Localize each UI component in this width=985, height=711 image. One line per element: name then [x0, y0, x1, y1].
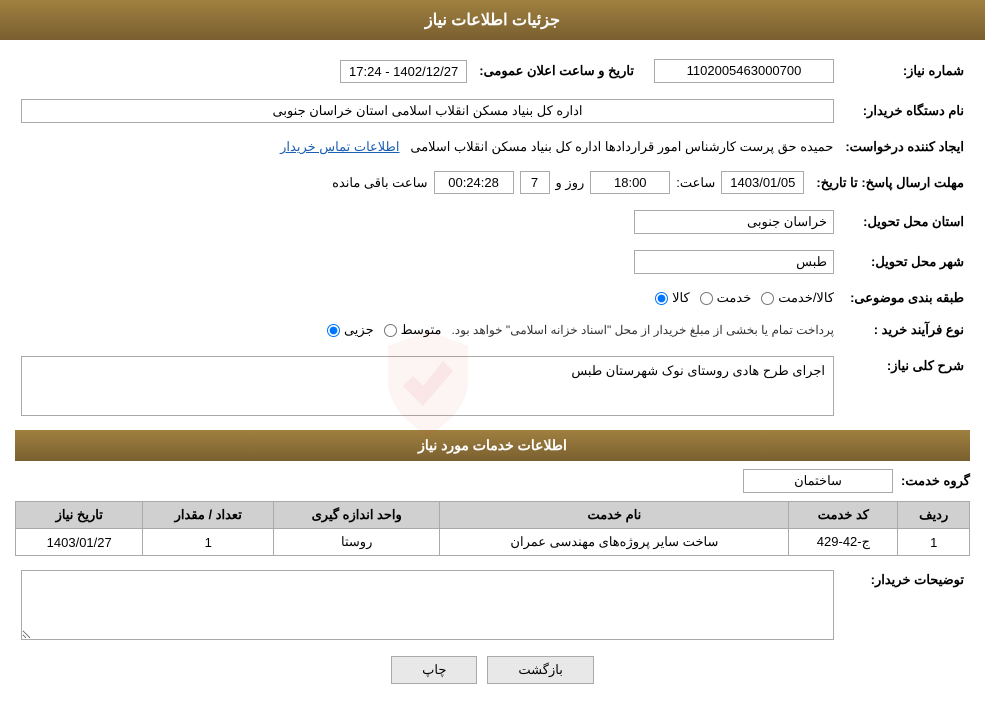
watermark-shield-icon — [368, 326, 488, 446]
buyer-org-label: نام دستگاه خریدار: — [840, 95, 970, 127]
process-medium-label: متوسط — [401, 322, 442, 338]
process-option-medium: متوسط — [384, 322, 442, 338]
remaining-time-value: 00:24:28 — [434, 171, 514, 194]
need-number-value: 1102005463000700 — [654, 59, 834, 83]
table-row: 1 ج-42-429 ساخت سایر پروژه‌های مهندسی عم… — [16, 529, 970, 556]
page-header: جزئیات اطلاعات نیاز — [0, 0, 985, 40]
category-goods-label: کالا — [672, 290, 690, 306]
category-service-label: خدمت — [717, 290, 752, 306]
need-number-label: شماره نیاز: — [840, 55, 970, 87]
service-group-value: ساختمان — [743, 469, 893, 493]
description-label: شرح کلی نیاز: — [840, 352, 970, 420]
requester-contact-link[interactable]: اطلاعات تماس خریدار — [280, 139, 399, 154]
delivery-city-label: شهر محل تحویل: — [840, 246, 970, 278]
response-time-label: ساعت: — [676, 175, 715, 191]
process-option-minor: جزیی — [327, 322, 374, 338]
delivery-city-value: طبس — [634, 250, 834, 274]
category-options: کالا/خدمت خدمت کالا — [21, 290, 834, 306]
delivery-province-label: استان محل تحویل: — [840, 206, 970, 238]
back-button[interactable]: بازگشت — [487, 656, 593, 684]
col-header-date: تاریخ نیاز — [16, 502, 143, 529]
response-date-value: 1403/01/05 — [721, 171, 804, 194]
print-button[interactable]: چاپ — [391, 656, 477, 684]
col-header-quantity: تعداد / مقدار — [143, 502, 274, 529]
category-option-goods: کالا — [655, 290, 690, 306]
category-service-radio[interactable] — [700, 292, 713, 305]
delivery-city-row: شهر محل تحویل: طبس — [15, 246, 970, 278]
need-number-row: شماره نیاز: 1102005463000700 تاریخ و ساع… — [15, 55, 970, 87]
description-box: اجرای طرح هادی روستای نوک شهرستان طبس — [21, 356, 834, 416]
services-table: ردیف کد خدمت نام خدمت واحد اندازه گیری ت… — [15, 501, 970, 556]
content-area: شماره نیاز: 1102005463000700 تاریخ و ساع… — [0, 40, 985, 711]
action-buttons: بازگشت چاپ — [15, 656, 970, 684]
description-text: اجرای طرح هادی روستای نوک شهرستان طبس — [22, 357, 833, 385]
col-header-service-code: کد خدمت — [789, 502, 898, 529]
process-note: پرداخت تمام یا بخشی از مبلغ خریدار از مح… — [451, 323, 834, 337]
category-goods-radio[interactable] — [655, 292, 668, 305]
col-header-row-num: ردیف — [898, 502, 970, 529]
cell-service-name: ساخت سایر پروژه‌های مهندسی عمران — [440, 529, 789, 556]
category-row: طبقه بندی موضوعی: کالا/خدمت خدمت کالا — [15, 286, 970, 310]
buyer-description-textarea[interactable] — [21, 570, 834, 640]
cell-service-code: ج-42-429 — [789, 529, 898, 556]
buyer-description-label: توضیحات خریدار: — [840, 566, 970, 644]
cell-quantity: 1 — [143, 529, 274, 556]
announcement-date-value: 1402/12/27 - 17:24 — [340, 60, 467, 83]
response-date-label: مهلت ارسال پاسخ: تا تاریخ: — [810, 167, 970, 198]
response-days-label: روز و — [556, 175, 585, 191]
buyer-org-row: نام دستگاه خریدار: اداره کل بنیاد مسکن ا… — [15, 95, 970, 127]
cell-date: 1403/01/27 — [16, 529, 143, 556]
category-goods-service-radio[interactable] — [761, 292, 774, 305]
delivery-province-row: استان محل تحویل: خراسان جنوبی — [15, 206, 970, 238]
category-label: طبقه بندی موضوعی: — [840, 286, 970, 310]
remaining-time-label: ساعت باقی مانده — [332, 175, 427, 191]
requester-row: ایجاد کننده درخواست: حمیده حق پرست کارشن… — [15, 135, 970, 159]
col-header-service-name: نام خدمت — [440, 502, 789, 529]
description-section: شرح کلی نیاز: اجرای طرح هادی روستای نوک … — [15, 352, 970, 420]
buyer-org-value: اداره کل بنیاد مسکن انقلاب اسلامی استان … — [21, 99, 834, 123]
process-row: نوع فرآیند خرید : پرداخت تمام یا بخشی از… — [15, 318, 970, 342]
delivery-province-value: خراسان جنوبی — [634, 210, 834, 234]
category-goods-service-label: کالا/خدمت — [778, 290, 834, 306]
category-option-goods-service: کالا/خدمت — [761, 290, 834, 306]
response-days-value: 7 — [520, 171, 550, 194]
process-options: پرداخت تمام یا بخشی از مبلغ خریدار از مح… — [21, 322, 834, 338]
response-date-group: 1403/01/05 ساعت: 18:00 روز و 7 00:24:28 … — [21, 171, 804, 194]
announcement-date-label: تاریخ و ساعت اعلان عمومی: — [473, 55, 640, 87]
response-time-value: 18:00 — [590, 171, 670, 194]
main-container: جزئیات اطلاعات نیاز شماره نیاز: 11020054… — [0, 0, 985, 711]
requester-value: حمیده حق پرست کارشناس امور قراردادها ادا… — [410, 139, 833, 154]
requester-label: ایجاد کننده درخواست: — [839, 135, 970, 159]
process-minor-label: جزیی — [344, 322, 374, 338]
process-minor-radio[interactable] — [327, 324, 340, 337]
process-medium-radio[interactable] — [384, 324, 397, 337]
description-container: اجرای طرح هادی روستای نوک شهرستان طبس — [21, 356, 834, 416]
cell-row-num: 1 — [898, 529, 970, 556]
col-header-unit: واحد اندازه گیری — [274, 502, 440, 529]
process-label: نوع فرآیند خرید : — [840, 318, 970, 342]
header-title: جزئیات اطلاعات نیاز — [425, 12, 560, 29]
cell-unit: روستا — [274, 529, 440, 556]
service-group-row: گروه خدمت: ساختمان — [15, 469, 970, 493]
response-date-row: مهلت ارسال پاسخ: تا تاریخ: 1403/01/05 سا… — [15, 167, 970, 198]
service-group-label: گروه خدمت: — [901, 473, 970, 489]
buyer-description-section: توضیحات خریدار: — [15, 566, 970, 644]
category-option-service: خدمت — [700, 290, 752, 306]
services-section-header: اطلاعات خدمات مورد نیاز — [15, 430, 970, 461]
